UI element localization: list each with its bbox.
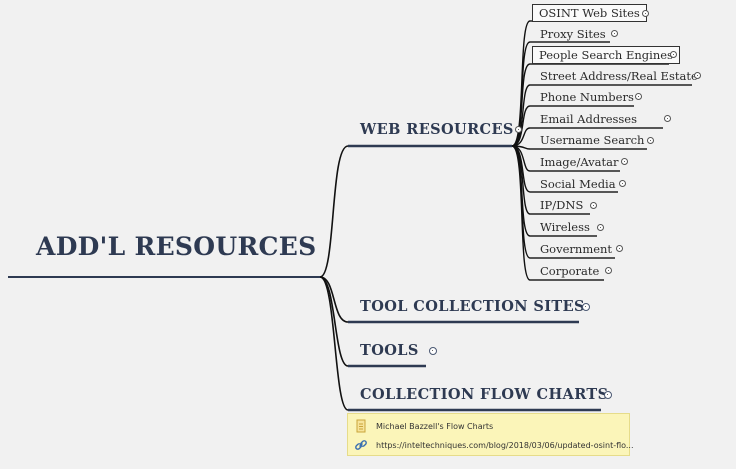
note-title: Michael Bazzell's Flow Charts xyxy=(376,421,494,431)
flow-chart-note: Michael Bazzell's Flow Charts https://in… xyxy=(347,413,634,456)
note-link-row[interactable]: https://inteltechniques.com/blog/2018/03… xyxy=(348,437,634,453)
expand-toggle-icon[interactable] xyxy=(616,245,623,252)
branch-tool-collection-sites[interactable]: TOOL COLLECTION SITES xyxy=(360,298,585,315)
topic-email-addresses[interactable]: Email Addresses xyxy=(540,112,637,126)
expand-toggle-icon[interactable] xyxy=(621,158,628,165)
topic-phone-numbers[interactable]: Phone Numbers xyxy=(540,90,634,104)
expand-toggle-icon[interactable] xyxy=(670,51,677,58)
collapse-toggle-icon[interactable] xyxy=(515,126,522,133)
topic-social-media[interactable]: Social Media xyxy=(540,177,616,191)
document-icon xyxy=(354,419,370,433)
expand-toggle-icon[interactable] xyxy=(597,224,604,231)
topic-image-avatar[interactable]: Image/Avatar xyxy=(540,155,619,169)
expand-toggle-icon[interactable] xyxy=(619,180,626,187)
topic-street-address-real-estate[interactable]: Street Address/Real Estate xyxy=(540,69,698,83)
topic-people-search-engines[interactable]: People Search Engines xyxy=(532,46,680,64)
topic-ip-dns[interactable]: IP/DNS xyxy=(540,198,583,212)
link-icon xyxy=(354,438,370,452)
topic-wireless[interactable]: Wireless xyxy=(540,220,590,234)
expand-toggle-icon[interactable] xyxy=(604,391,612,399)
topic-proxy-sites[interactable]: Proxy Sites xyxy=(540,27,606,41)
expand-toggle-icon[interactable] xyxy=(664,115,671,122)
note-title-row[interactable]: Michael Bazzell's Flow Charts xyxy=(348,418,493,434)
expand-toggle-icon[interactable] xyxy=(582,303,590,311)
root-topic[interactable]: ADD'L RESOURCES xyxy=(36,232,316,261)
topic-osint-web-sites[interactable]: OSINT Web Sites xyxy=(532,4,647,22)
expand-toggle-icon[interactable] xyxy=(635,93,642,100)
branch-web-resources[interactable]: WEB RESOURCES xyxy=(360,121,514,138)
topic-government[interactable]: Government xyxy=(540,242,612,256)
expand-toggle-icon[interactable] xyxy=(642,10,649,17)
expand-toggle-icon[interactable] xyxy=(605,267,612,274)
expand-toggle-icon[interactable] xyxy=(694,72,701,79)
expand-toggle-icon[interactable] xyxy=(590,202,597,209)
branch-tools[interactable]: TOOLS xyxy=(360,342,419,359)
expand-toggle-icon[interactable] xyxy=(611,30,618,37)
branch-collection-flow-charts[interactable]: COLLECTION FLOW CHARTS xyxy=(360,386,608,403)
expand-toggle-icon[interactable] xyxy=(647,137,654,144)
note-link[interactable]: https://inteltechniques.com/blog/2018/03… xyxy=(376,441,634,450)
expand-toggle-icon[interactable] xyxy=(429,347,437,355)
topic-corporate[interactable]: Corporate xyxy=(540,264,599,278)
topic-username-search[interactable]: Username Search xyxy=(540,133,644,147)
